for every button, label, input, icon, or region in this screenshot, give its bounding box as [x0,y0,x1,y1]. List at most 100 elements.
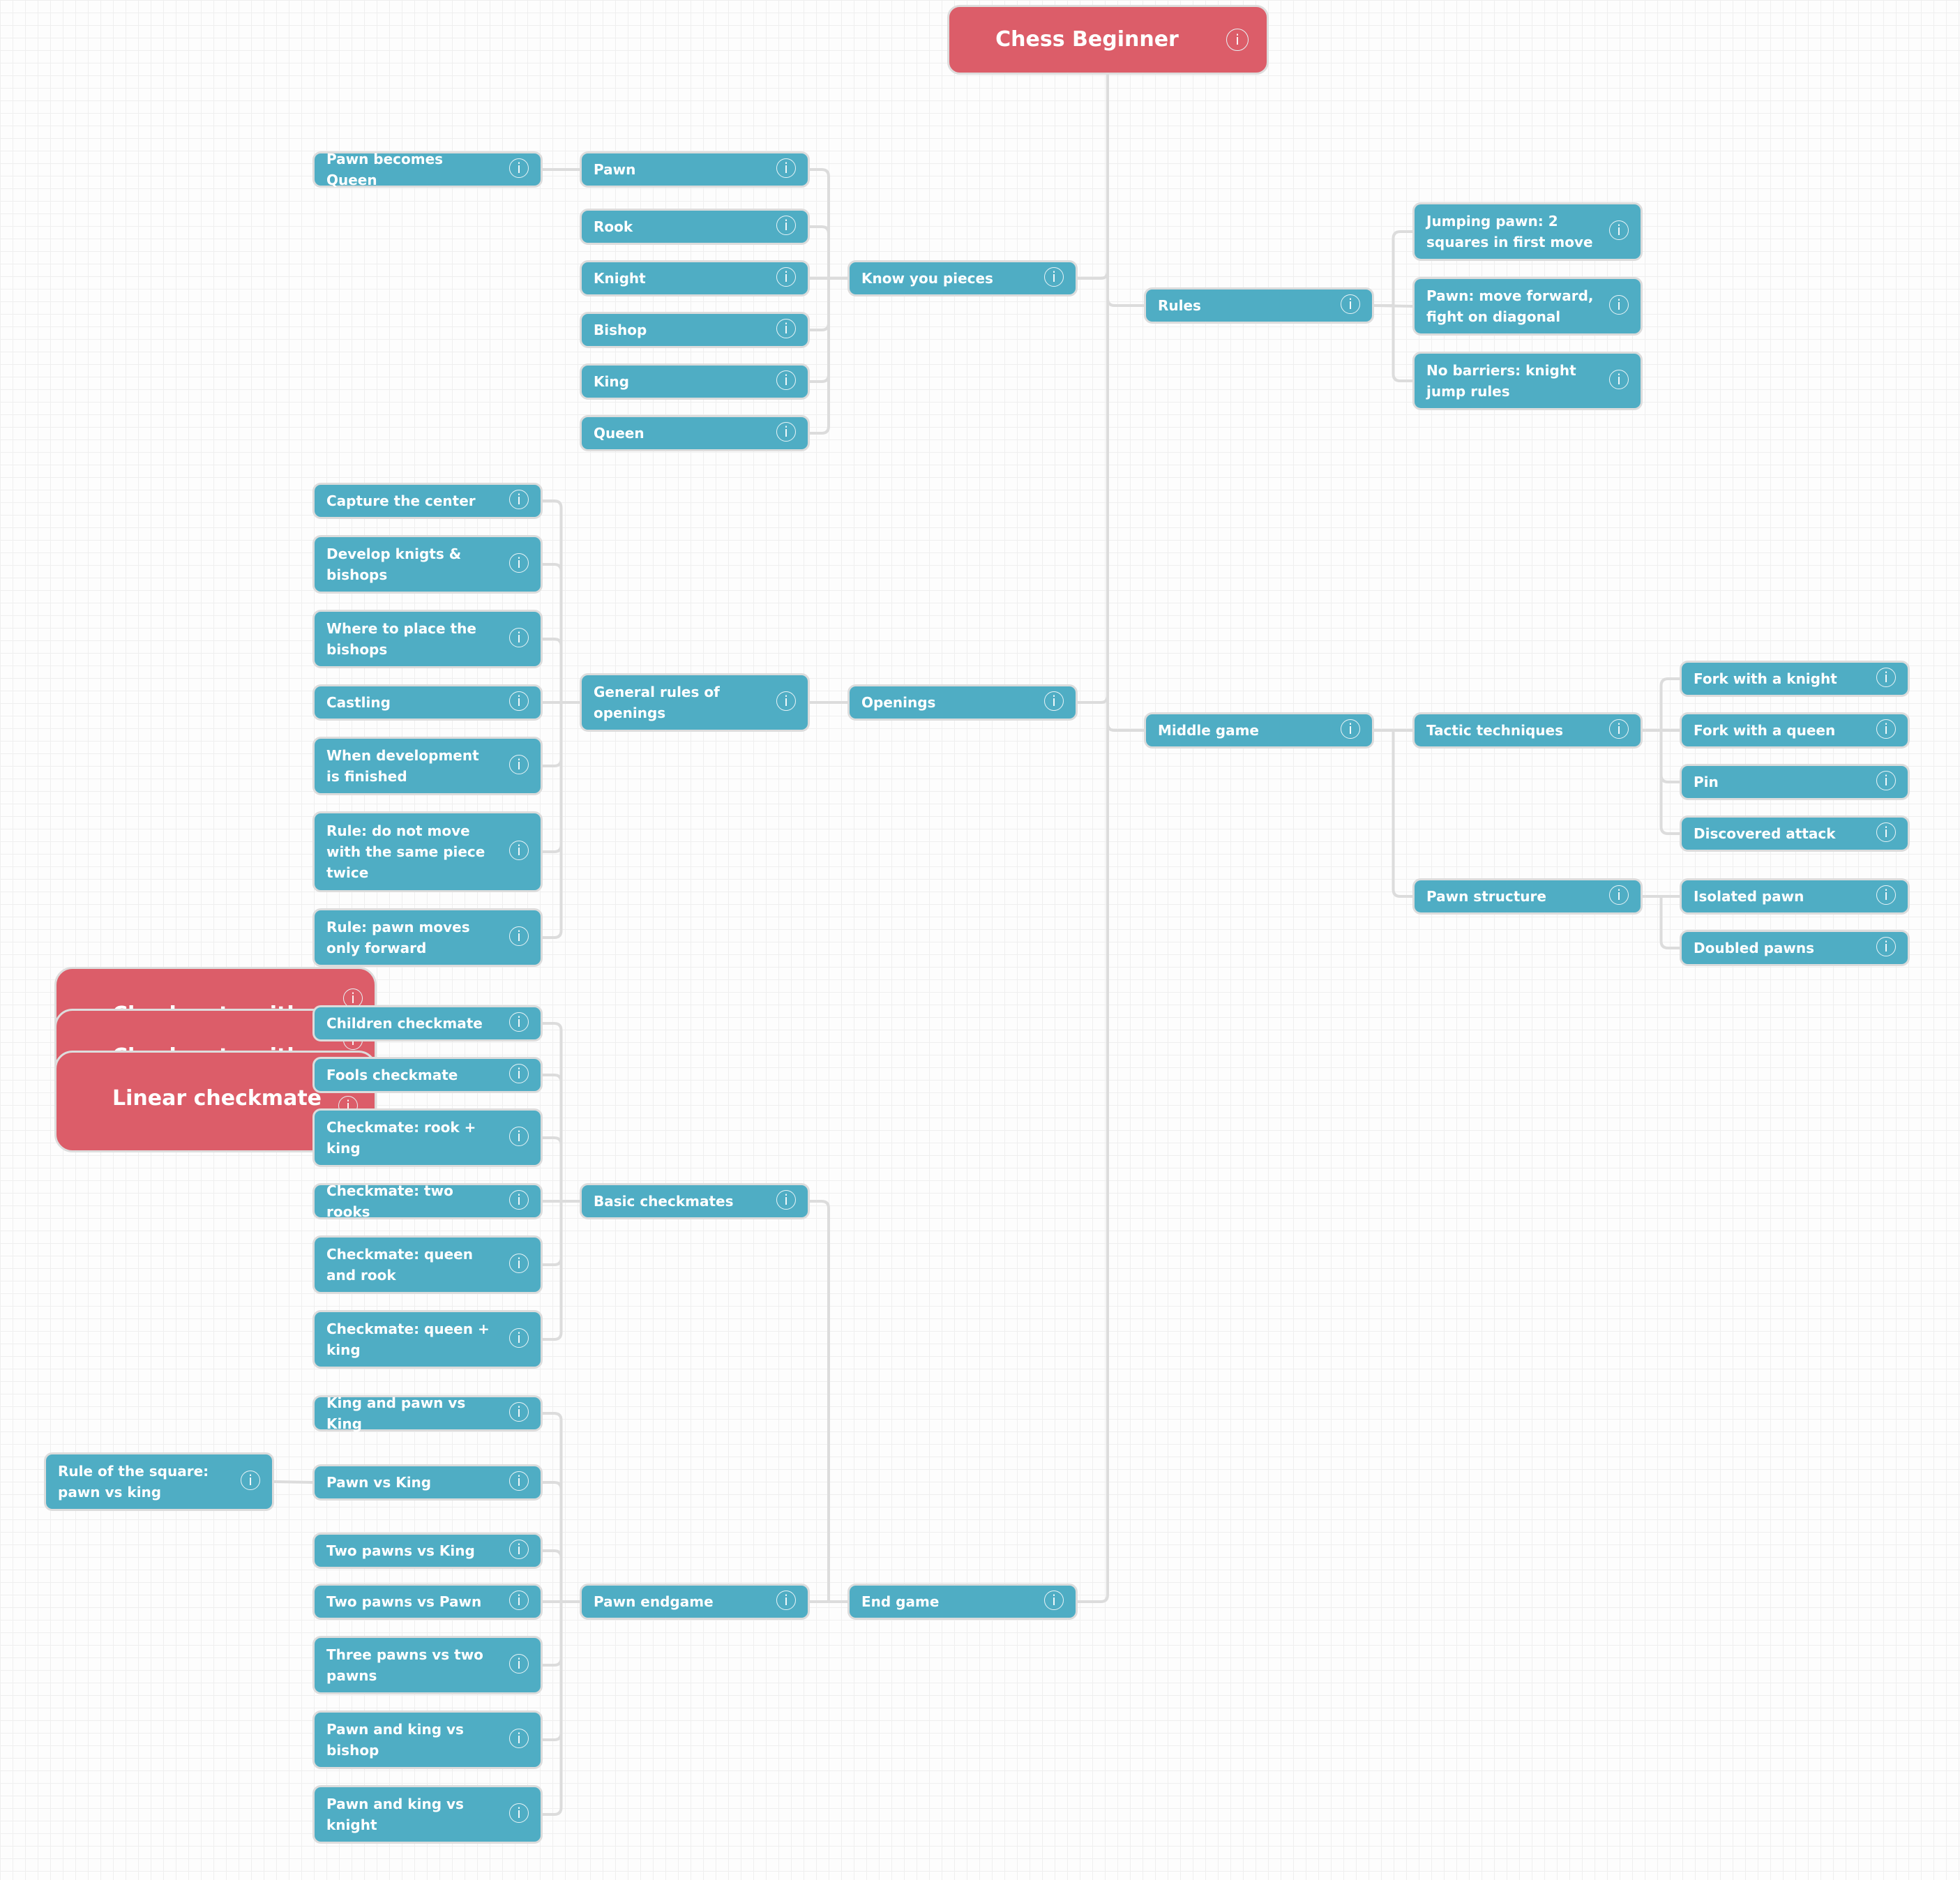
info-icon[interactable]: i [1609,220,1629,240]
info-icon[interactable]: i [509,1591,529,1610]
info-icon[interactable]: i [776,1591,796,1610]
info-icon[interactable]: i [1876,937,1896,956]
node-bishop[interactable]: Bishop i [580,312,810,348]
node-fools-cm[interactable]: Fools checkmate i [312,1057,543,1093]
node-knight[interactable]: Knight i [580,260,810,296]
info-icon[interactable]: i [509,553,529,573]
node-jumping-pawn[interactable]: Jumping pawn: 2 squares in first move i [1412,202,1643,261]
info-icon[interactable]: i [241,1471,260,1490]
node-basic-checkmates[interactable]: Basic checkmates i [580,1183,810,1219]
info-icon[interactable]: i [776,1190,796,1210]
node-rule-square[interactable]: Rule of the square: pawn vs king i [44,1452,274,1511]
node-pk-vs-bishop[interactable]: Pawn and king vs bishop i [312,1710,543,1769]
node-pawn[interactable]: Pawn i [580,151,810,188]
info-icon[interactable]: i [509,1654,529,1674]
info-icon[interactable]: i [1609,370,1629,389]
node-develop[interactable]: Develop knigts & bishops i [312,535,543,594]
node-rules[interactable]: Rules i [1144,287,1374,324]
info-icon[interactable]: i [509,1012,529,1032]
node-pin[interactable]: Pin i [1680,764,1910,800]
info-icon[interactable]: i [1044,267,1064,287]
info-icon[interactable]: i [1044,1591,1064,1610]
node-fork-knight[interactable]: Fork with a knight i [1680,661,1910,697]
node-where-bishops[interactable]: Where to place the bishops i [312,610,543,668]
info-icon[interactable]: i [1876,822,1896,842]
info-icon[interactable]: i [1341,719,1360,739]
node-know-pieces[interactable]: Know you pieces i [847,260,1078,296]
node-three-vs-two[interactable]: Three pawns vs two pawns i [312,1636,543,1694]
node-root[interactable]: Chess Beginner i [947,5,1269,75]
node-children-cm[interactable]: Children checkmate i [312,1005,543,1041]
info-icon[interactable]: i [509,841,529,860]
info-icon[interactable]: i [776,691,796,711]
node-rule-pawn-forward[interactable]: Rule: pawn moves only forward i [312,908,543,967]
info-icon[interactable]: i [509,1190,529,1210]
connector [1374,729,1412,898]
info-icon[interactable]: i [509,1402,529,1422]
info-icon[interactable]: i [1609,885,1629,905]
node-end-game[interactable]: End game i [847,1584,1078,1620]
node-pk-vs-knight[interactable]: Pawn and king vs knight i [312,1785,543,1844]
info-icon[interactable]: i [1609,295,1629,315]
node-middle-game[interactable]: Middle game i [1144,712,1374,749]
info-icon[interactable]: i [509,1729,529,1748]
node-capture-center[interactable]: Capture the center i [312,483,543,519]
node-cm-queen-king[interactable]: Checkmate: queen + king i [312,1310,543,1369]
info-icon[interactable]: i [509,1803,529,1823]
info-icon[interactable]: i [509,1540,529,1559]
node-two-pawns-king[interactable]: Two pawns vs King i [312,1533,543,1569]
node-tactic[interactable]: Tactic techniques i [1412,712,1643,749]
node-pawn-becomes-queen[interactable]: Pawn becomes Queen i [312,151,543,188]
node-discovered[interactable]: Discovered attack i [1680,815,1910,852]
info-icon[interactable]: i [776,216,796,235]
node-no-barriers[interactable]: No barriers: knight jump rules i [1412,352,1643,410]
connector [543,1136,580,1203]
info-icon[interactable]: i [1226,29,1249,51]
info-icon[interactable]: i [1044,691,1064,711]
info-icon[interactable]: i [1609,719,1629,739]
info-icon[interactable]: i [509,628,529,647]
node-two-pawns-pawn[interactable]: Two pawns vs Pawn i [312,1584,543,1620]
info-icon[interactable]: i [776,370,796,390]
node-kp-vs-k[interactable]: King and pawn vs King i [312,1394,543,1432]
info-icon[interactable]: i [509,1254,529,1273]
node-castling[interactable]: Castling i [312,684,543,721]
node-queen[interactable]: Queen i [580,415,810,451]
node-rook[interactable]: Rook i [580,209,810,245]
info-icon[interactable]: i [1876,885,1896,905]
info-icon[interactable]: i [509,691,529,711]
node-doubled[interactable]: Doubled pawns i [1680,930,1910,966]
info-icon[interactable]: i [776,158,796,178]
node-general-rules[interactable]: General rules of openings i [580,673,810,732]
info-icon[interactable]: i [1876,719,1896,739]
info-icon[interactable]: i [509,926,529,946]
info-icon[interactable]: i [776,422,796,442]
node-pawn-vs-king[interactable]: Pawn vs King i [312,1464,543,1501]
node-label: Pawn [594,161,636,178]
node-fork-queen[interactable]: Fork with a queen i [1680,712,1910,749]
node-pawn-endgame[interactable]: Pawn endgame i [580,1584,810,1620]
info-icon[interactable]: i [509,1127,529,1146]
node-cm-rook-king[interactable]: Checkmate: rook + king i [312,1108,543,1167]
node-cm-queen-rook[interactable]: Checkmate: queen and rook i [312,1235,543,1294]
node-pawn-move[interactable]: Pawn: move forward, fight on diagonal i [1412,277,1643,336]
info-icon[interactable]: i [509,158,529,178]
connector [543,701,580,939]
node-pawn-structure[interactable]: Pawn structure i [1412,878,1643,915]
info-icon[interactable]: i [509,490,529,509]
info-icon[interactable]: i [1341,294,1360,314]
node-openings[interactable]: Openings i [847,684,1078,721]
node-when-dev[interactable]: When development is finished i [312,737,543,795]
info-icon[interactable]: i [509,755,529,774]
info-icon[interactable]: i [509,1064,529,1083]
info-icon[interactable]: i [776,267,796,287]
node-cm-two-rooks[interactable]: Checkmate: two rooks i [312,1182,543,1220]
info-icon[interactable]: i [509,1471,529,1491]
node-king[interactable]: King i [580,363,810,400]
info-icon[interactable]: i [1876,771,1896,790]
info-icon[interactable]: i [509,1328,529,1348]
node-rule-same-piece[interactable]: Rule: do not move with the same piece tw… [312,811,543,892]
info-icon[interactable]: i [776,319,796,338]
node-isolated[interactable]: Isolated pawn i [1680,878,1910,915]
info-icon[interactable]: i [1876,668,1896,687]
